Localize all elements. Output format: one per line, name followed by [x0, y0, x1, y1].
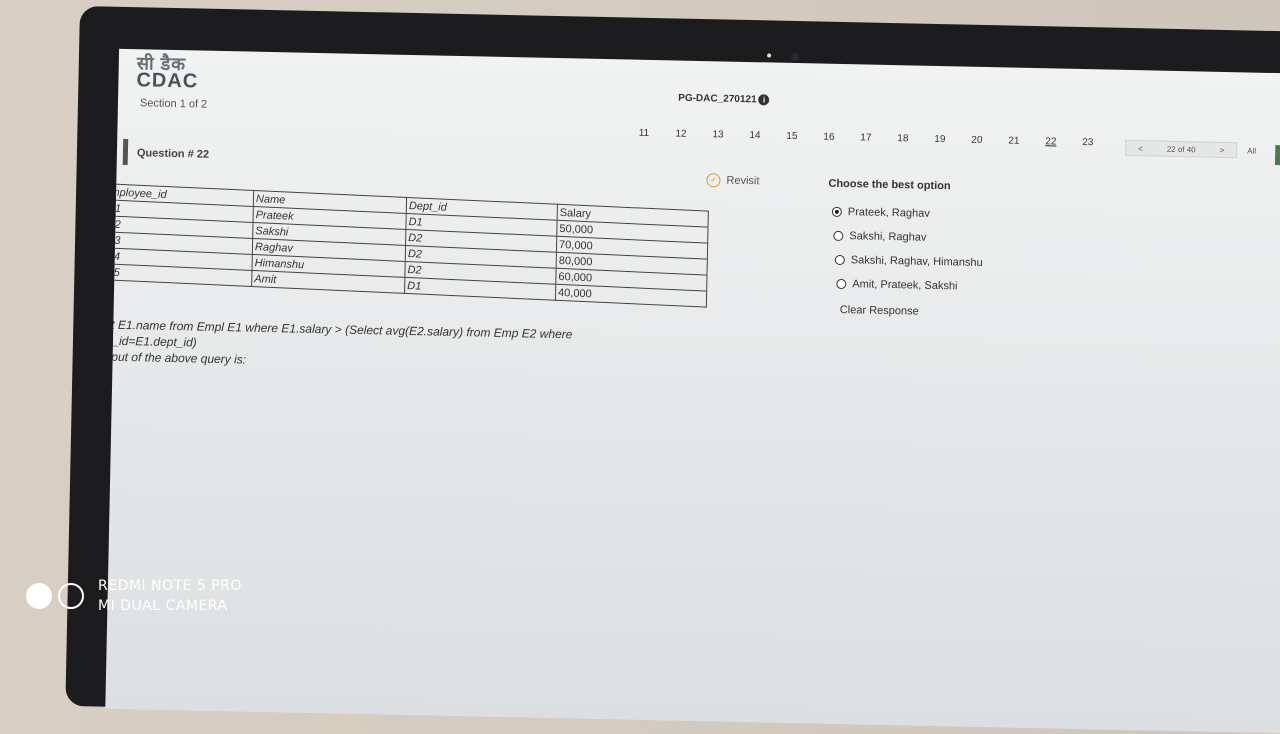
question-marker — [122, 138, 129, 166]
option-label: Amit, Prateek, Sakshi — [852, 278, 958, 293]
next-button[interactable]: > — [1220, 145, 1225, 154]
option-label: Sakshi, Raghav, Himanshu — [850, 254, 983, 269]
employee-table: Employee_id Name Dept_id Salary 101 Prat… — [105, 183, 709, 308]
exam-code-text: PG-DAC_270121 — [678, 92, 757, 106]
laptop-bezel: सी डैक CDAC Section 1 of 2 PG-DAC_270121… — [65, 6, 1280, 734]
check-icon: ✓ — [706, 173, 721, 188]
radio-selected-icon[interactable] — [831, 206, 842, 217]
question-nav-18[interactable]: 18 — [884, 133, 921, 145]
option-3[interactable]: Sakshi, Raghav, Himanshu — [834, 254, 983, 269]
option-label: Prateek, Raghav — [847, 206, 930, 220]
cdac-logo: CDAC — [136, 69, 199, 93]
question-nav-16[interactable]: 16 — [810, 131, 847, 143]
question-navigation: 11 12 13 14 15 16 17 18 19 20 21 22 23 — [625, 127, 1106, 149]
revisit-label: Revisit — [726, 174, 760, 188]
webcam-led — [767, 53, 772, 58]
question-nav-12[interactable]: 12 — [662, 128, 699, 140]
section-indicator: Section 1 of 2 — [139, 97, 208, 111]
radio-icon[interactable] — [833, 230, 844, 242]
all-button[interactable]: All — [1247, 146, 1256, 155]
watermark-line1: REDMI NOTE 5 PRO — [98, 578, 242, 594]
webcam-lens — [791, 52, 800, 62]
option-4[interactable]: Amit, Prateek, Sakshi — [836, 278, 958, 293]
option-2[interactable]: Sakshi, Raghav — [833, 230, 927, 244]
exam-code: PG-DAC_270121 i — [678, 93, 770, 106]
question-nav-21[interactable]: 21 — [995, 135, 1032, 147]
question-nav-22[interactable]: 22 — [1032, 136, 1069, 148]
question-nav-11[interactable]: 11 — [625, 127, 662, 139]
question-nav-23[interactable]: 23 — [1069, 137, 1106, 149]
radio-icon[interactable] — [836, 278, 847, 290]
options-title: Choose the best option — [828, 177, 951, 193]
radio-icon[interactable] — [834, 254, 845, 266]
option-label: Sakshi, Raghav — [849, 230, 927, 244]
question-text: Select E1.name from Empl E1 where E1.sal… — [105, 316, 711, 377]
question-nav-19[interactable]: 19 — [921, 134, 958, 146]
watermark-text: REDMI NOTE 5 PRO MI DUAL CAMERA — [98, 576, 242, 616]
question-nav-17[interactable]: 17 — [847, 132, 884, 144]
pager-text: 22 of 40 — [1166, 144, 1196, 154]
question-nav-20[interactable]: 20 — [958, 134, 995, 146]
camera-watermark: REDMI NOTE 5 PRO MI DUAL CAMERA — [26, 576, 242, 616]
info-icon[interactable]: i — [758, 94, 770, 106]
prev-button[interactable]: < — [1138, 144, 1143, 153]
question-nav-13[interactable]: 13 — [699, 129, 736, 141]
pager: < 22 of 40 > — [1125, 139, 1238, 159]
clear-response-button[interactable]: Clear Response — [840, 304, 919, 318]
option-1[interactable]: Prateek, Raghav — [831, 206, 930, 220]
question-label: Question # 22 — [136, 147, 210, 161]
watermark-dot-icon — [26, 583, 52, 609]
revisit-button[interactable]: ✓ Revisit — [706, 173, 760, 188]
status-bar — [1274, 145, 1280, 167]
watermark-line2: MI DUAL CAMERA — [98, 598, 228, 614]
question-nav-15[interactable]: 15 — [773, 131, 810, 143]
watermark-ring-icon — [58, 583, 84, 609]
exam-screen: सी डैक CDAC Section 1 of 2 PG-DAC_270121… — [105, 48, 1280, 734]
question-nav-14[interactable]: 14 — [736, 130, 773, 142]
